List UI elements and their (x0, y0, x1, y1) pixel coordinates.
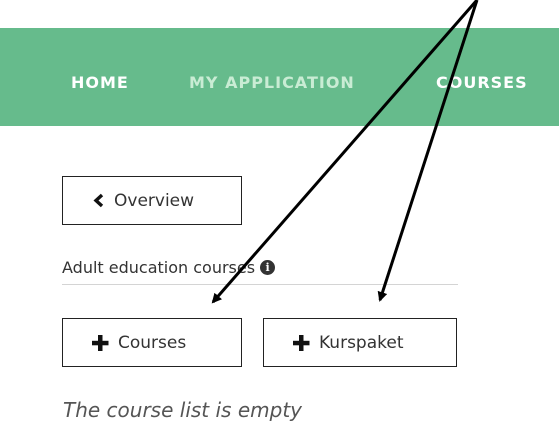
annotation-arrow (377, 0, 479, 302)
annotation-arrow (211, 0, 479, 304)
annotation-arrows (211, 0, 479, 304)
